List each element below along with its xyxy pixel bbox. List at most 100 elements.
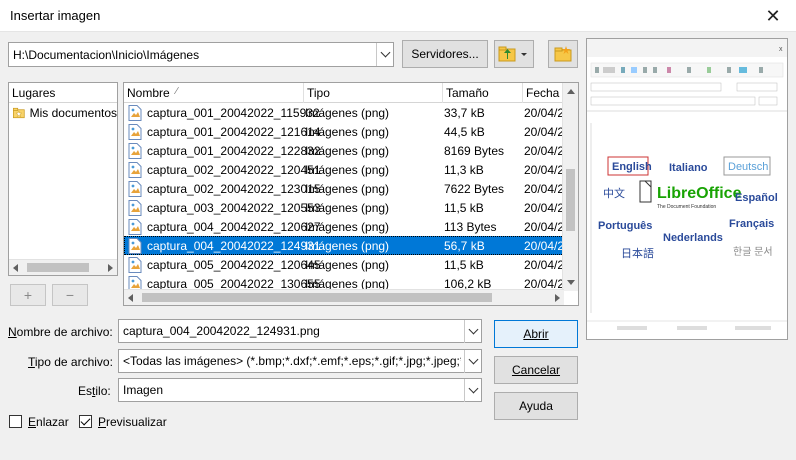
scroll-right-icon[interactable] [555, 294, 560, 302]
cell-type: Imágenes (png) [305, 125, 390, 139]
column-header-name[interactable]: Nombre ∕ [124, 83, 304, 103]
image-file-icon [128, 105, 142, 121]
image-file-icon [128, 124, 142, 140]
cell-type: Imágenes (png) [305, 239, 390, 253]
cell-date: 20/04/2022 [524, 201, 564, 215]
chevron-down-icon [380, 47, 390, 58]
scroll-right-icon[interactable] [108, 264, 113, 272]
chevron-down-icon [468, 354, 478, 365]
file-list-header: Nombre ∕ Tipo Tamaño Fecha de modificaci… [124, 83, 564, 103]
table-row[interactable]: captura_001_20042022_122832.pngImágenes … [124, 141, 564, 160]
places-horizontal-scrollbar[interactable] [9, 259, 117, 275]
cell-size: 11,5 kB [444, 201, 484, 215]
filetype-value: <Todas las imágenes> (*.bmp;*.dxf;*.emf;… [123, 354, 461, 368]
preview-word-nederlands: Nederlands [663, 232, 723, 244]
filename-value: captura_004_20042022_124931.png [123, 324, 320, 338]
cell-date: 20/04/2022 [524, 239, 564, 253]
cell-type: Imágenes (png) [305, 201, 390, 215]
filename-combobox[interactable]: captura_004_20042022_124931.png [118, 319, 482, 343]
scroll-left-icon[interactable] [13, 264, 18, 272]
preview-logo-sub: The Document Foundation [657, 204, 716, 210]
star-folder-icon [13, 107, 25, 119]
column-header-type[interactable]: Tipo [304, 83, 443, 103]
cell-size: 44,5 kB [444, 125, 485, 139]
table-row[interactable]: captura_001_20042022_115932.pngImágenes … [124, 103, 564, 122]
file-list-vertical-scrollbar[interactable] [562, 83, 578, 291]
cell-date: 20/04/2022 [524, 258, 564, 272]
scroll-down-icon[interactable] [567, 280, 575, 285]
dialog-title: Insertar imagen [10, 8, 101, 23]
table-row[interactable]: captura_003_20042022_120553.pngImágenes … [124, 198, 564, 217]
cell-type: Imágenes (png) [305, 258, 390, 272]
style-combobox[interactable]: Imagen [118, 378, 482, 402]
image-file-icon [128, 219, 142, 235]
sort-indicator-icon: ∕ [176, 86, 178, 97]
scroll-left-icon[interactable] [128, 294, 133, 302]
path-combobox[interactable]: H:\Documentacion\Inicio\Imágenes [8, 42, 394, 67]
cell-type: Imágenes (png) [305, 182, 390, 196]
places-header: Lugares [9, 83, 117, 103]
file-list-horizontal-scrollbar[interactable] [124, 289, 564, 305]
new-folder-icon [554, 46, 572, 62]
table-row[interactable]: captura_002_20042022_120451.pngImágenes … [124, 160, 564, 179]
table-row[interactable]: captura_004_20042022_120627.pngImágenes … [124, 217, 564, 236]
cell-size: 56,7 kB [444, 239, 485, 253]
cell-name: captura_005_20042022_120645.png [147, 258, 321, 272]
column-header-date[interactable]: Fecha de modificación [523, 83, 564, 103]
cell-size: 33,7 kB [444, 106, 485, 120]
chevron-down-icon [468, 383, 478, 394]
cell-size: 113 Bytes [444, 220, 497, 234]
scroll-up-icon[interactable] [567, 89, 575, 94]
cell-date: 20/04/2022 [524, 163, 564, 177]
new-folder-button[interactable] [548, 40, 578, 68]
filetype-combobox[interactable]: <Todas las imágenes> (*.bmp;*.dxf;*.emf;… [118, 349, 482, 373]
open-button[interactable]: Abrir [494, 320, 578, 348]
cell-name: captura_001_20042022_122832.png [147, 144, 321, 158]
scroll-thumb[interactable] [142, 293, 492, 302]
cell-date: 20/04/2022 [524, 125, 564, 139]
table-row[interactable]: captura_004_20042022_124931.pngImágenes … [124, 236, 564, 255]
close-button[interactable]: ✕ [750, 0, 796, 32]
help-button[interactable]: Ayuda [494, 392, 578, 420]
preview-word-italiano: Italiano [669, 162, 708, 174]
cell-name: captura_004_20042022_120627.png [147, 220, 321, 234]
style-dropdown-button[interactable] [464, 379, 481, 402]
filetype-dropdown-button[interactable] [464, 350, 481, 373]
cancel-button[interactable]: Cancelar [494, 356, 578, 384]
table-row[interactable]: captura_002_20042022_123015.pngImágenes … [124, 179, 564, 198]
file-rows: captura_001_20042022_115932.png Imágenes … [124, 103, 564, 291]
path-value: H:\Documentacion\Inicio\Imágenes [13, 48, 200, 62]
cell-type: Imágenes (png) [305, 220, 390, 234]
title-bar: Insertar imagen ✕ [0, 0, 796, 32]
cell-date: 20/04/2022 [524, 106, 564, 120]
cell-name: captura_001_20042022_121614.png [147, 125, 321, 139]
scroll-thumb[interactable] [27, 263, 89, 272]
preview-word-francais: Français [729, 218, 774, 230]
filename-label: Nombre de archivo: [8, 325, 113, 339]
preview-checkbox[interactable] [79, 415, 92, 428]
table-row[interactable]: captura_005_20042022_120645.pngImágenes … [124, 255, 564, 274]
image-file-icon [128, 238, 142, 254]
filename-dropdown-button[interactable] [464, 320, 481, 343]
folder-up-button[interactable] [494, 40, 534, 68]
image-file-icon [128, 257, 142, 273]
preview-word-japanese: 日本語 [621, 246, 654, 260]
column-header-size[interactable]: Tamaño [443, 83, 523, 103]
cell-date: 20/04/2022 [524, 182, 564, 196]
column-name-label: Nombre [127, 86, 170, 100]
preview-label[interactable]: Previsualizar [98, 415, 167, 429]
table-row[interactable]: captura_001_20042022_121614.pngImágenes … [124, 122, 564, 141]
scroll-thumb[interactable] [566, 169, 575, 231]
add-place-button[interactable]: + [10, 284, 46, 306]
places-item-my-documents[interactable]: Mis documentos [9, 103, 117, 123]
cell-name: captura_004_20042022_124931.png [147, 239, 321, 253]
link-label[interactable]: Enlazar [28, 415, 69, 429]
image-preview: x English Italiano Deutsch 中文 LibreOffic… [586, 38, 788, 340]
path-dropdown-button[interactable] [376, 43, 393, 66]
servers-button[interactable]: Servidores... [402, 40, 488, 68]
cell-name: captura_001_20042022_115932.png [147, 106, 321, 120]
remove-place-button[interactable]: − [52, 284, 88, 306]
link-checkbox[interactable] [9, 415, 22, 428]
preview-word-deutsch: Deutsch [728, 161, 768, 173]
image-file-icon [128, 181, 142, 197]
